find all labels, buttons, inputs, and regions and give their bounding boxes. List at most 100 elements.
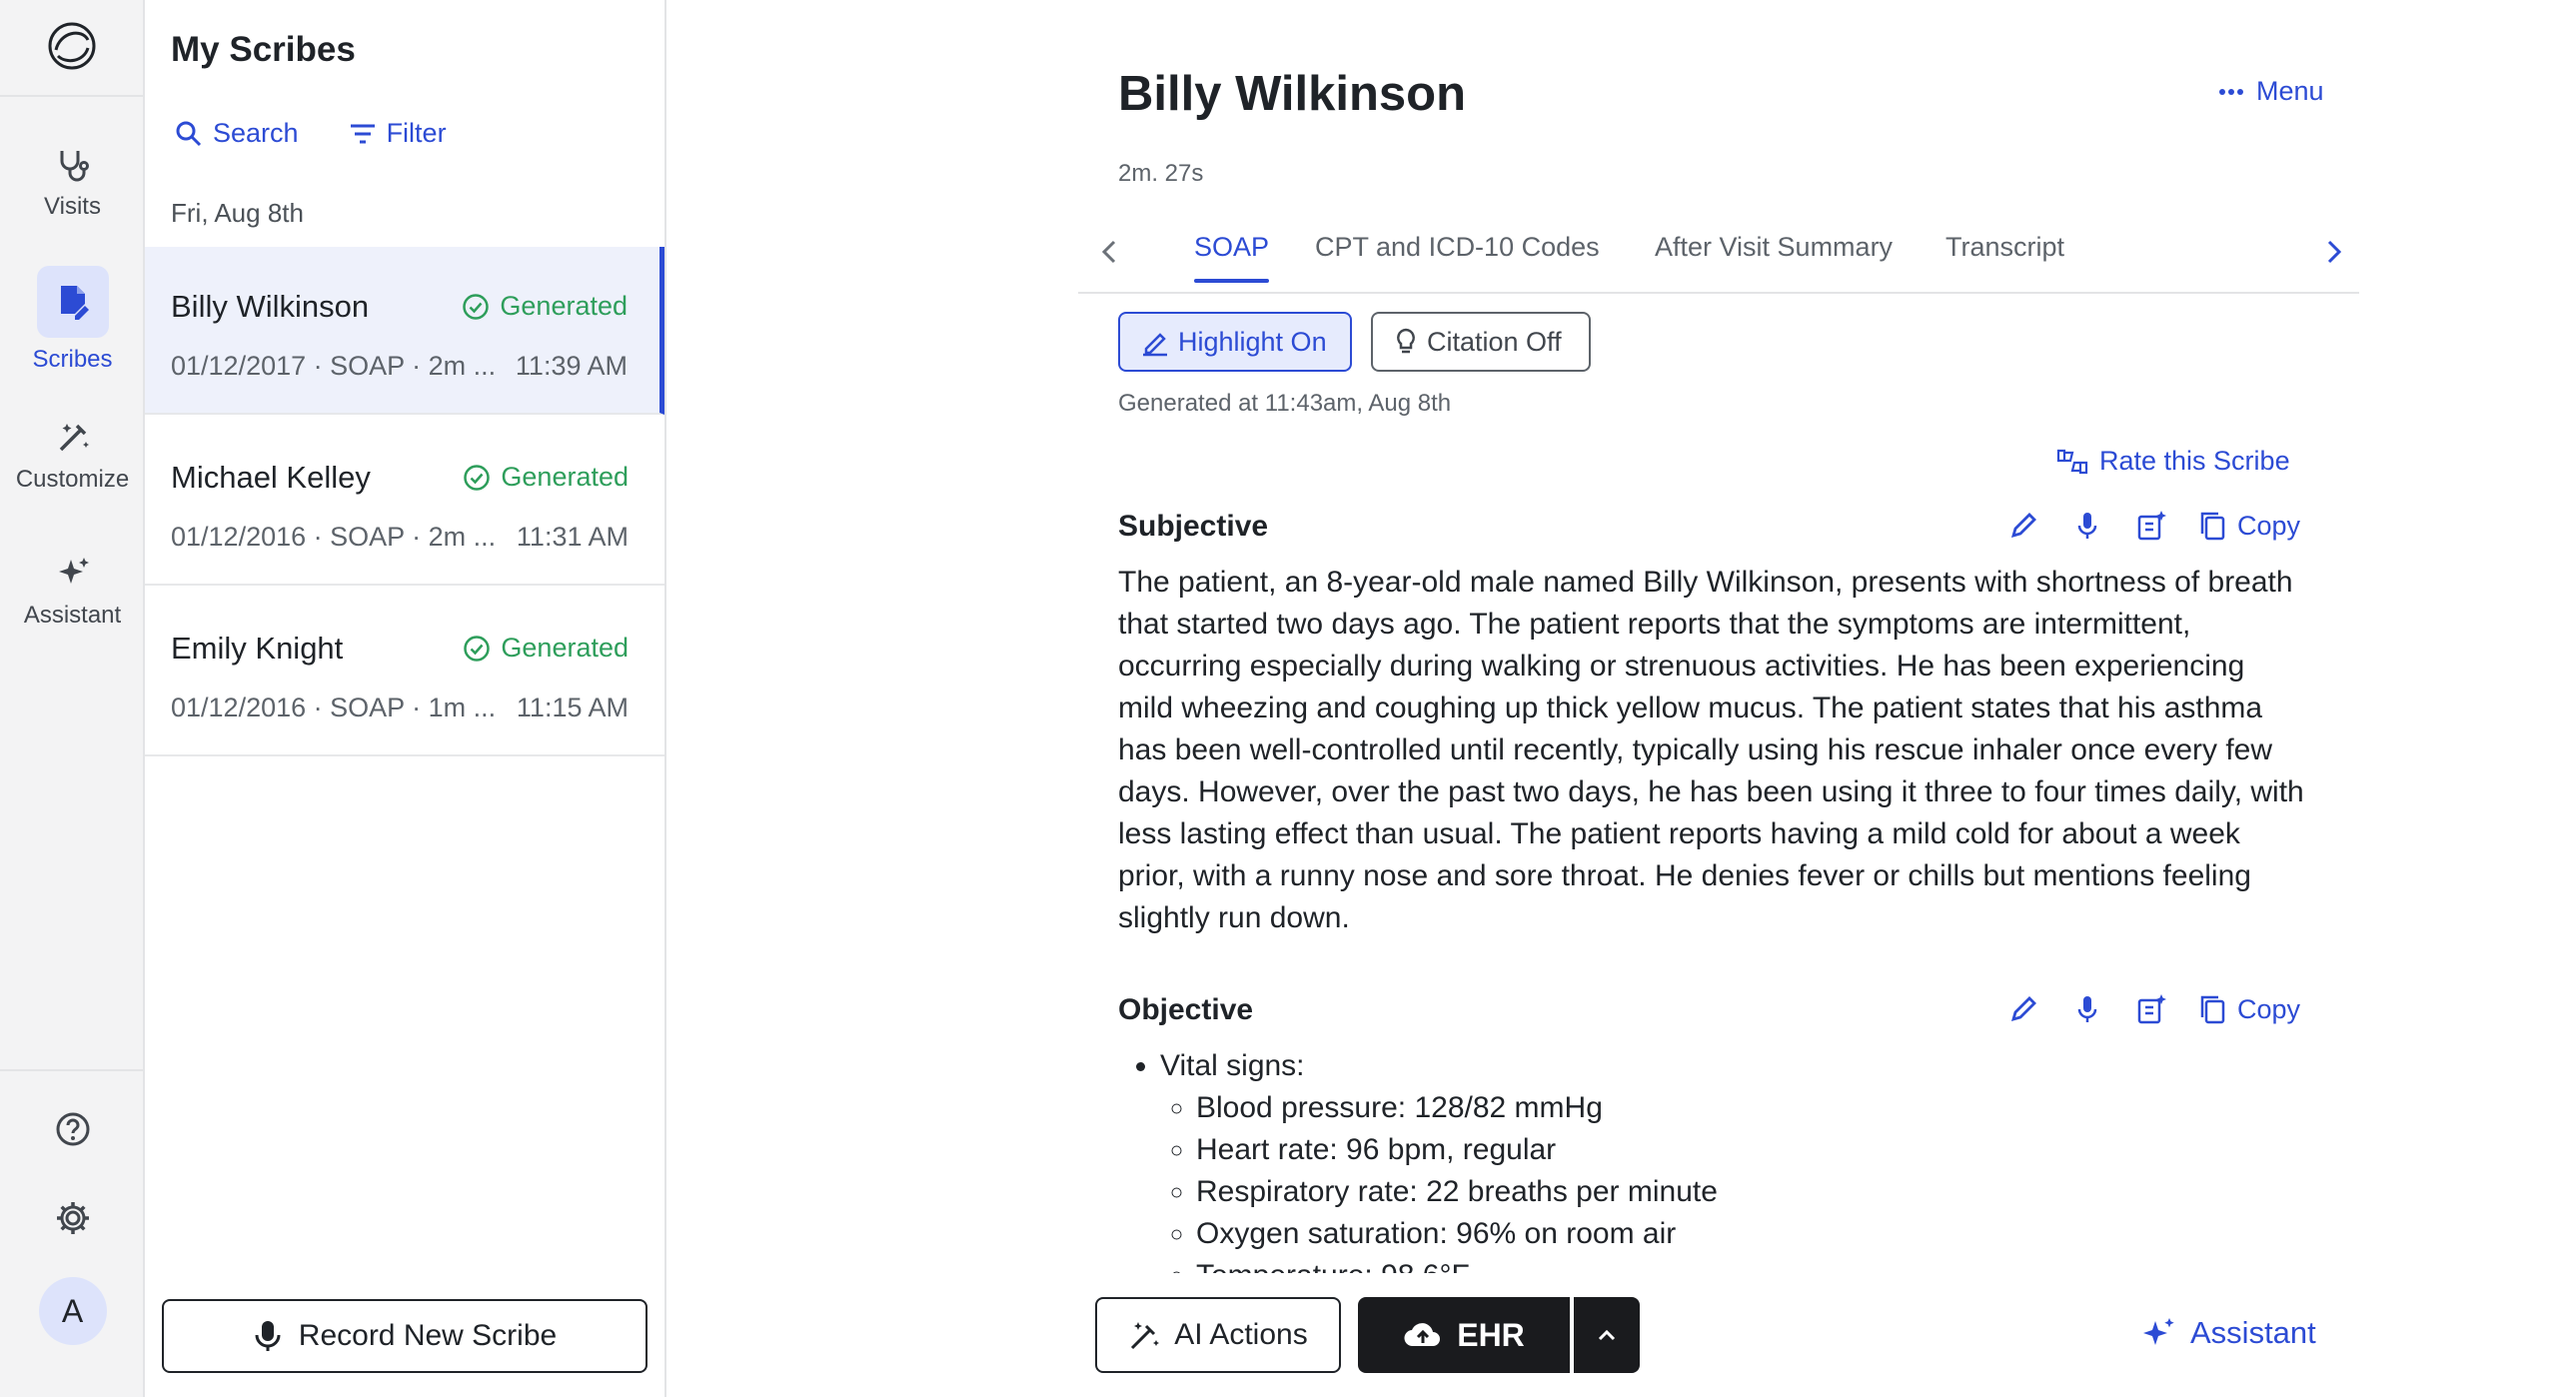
copy-icon bbox=[2200, 995, 2225, 1024]
rail-label-customize: Customize bbox=[15, 466, 130, 493]
filter-button[interactable]: Filter bbox=[349, 118, 447, 149]
scribe-time: 11:39 AM bbox=[515, 351, 628, 381]
list-item: Temperature: 98.6°F bbox=[1196, 1255, 2307, 1273]
list-item: Blood pressure: 128/82 mmHg bbox=[1196, 1087, 2307, 1129]
ai-actions-label: AI Actions bbox=[1174, 1318, 1308, 1351]
objective-heading: Objective bbox=[1118, 993, 1254, 1026]
subjective-toolbar: Copy bbox=[2005, 508, 2300, 544]
ai-regenerate-icon[interactable] bbox=[2133, 991, 2169, 1027]
thumbs-rating-icon bbox=[2056, 449, 2088, 474]
chevron-up-icon bbox=[1598, 1329, 1616, 1341]
scribe-detail: Billy Wilkinson Menu 2m. 27s SOAP CPT an… bbox=[666, 0, 2576, 1397]
tab-cpt-icd10[interactable]: CPT and ICD-10 Codes bbox=[1315, 232, 1600, 263]
rail-item-visits[interactable]: Visits bbox=[0, 145, 145, 221]
scribe-meta: 01/12/2017 · SOAP · 2m ... bbox=[171, 351, 497, 381]
rail-label-assistant: Assistant bbox=[23, 602, 122, 629]
rail-item-assistant[interactable]: Assistant bbox=[0, 554, 145, 630]
scribe-patient-name: Emily Knight bbox=[171, 631, 344, 666]
list-toolbar: Search Filter bbox=[175, 118, 447, 149]
objective-content: Vital signs: Blood pressure: 128/82 mmHg… bbox=[1118, 1045, 2307, 1273]
list-title: My Scribes bbox=[171, 30, 356, 69]
menu-label: Menu bbox=[2256, 76, 2324, 106]
app-logo-icon[interactable] bbox=[46, 20, 98, 72]
date-header: Fri, Aug 8th bbox=[171, 198, 304, 228]
visit-duration: 2m. 27s bbox=[1118, 160, 1204, 187]
microphone-icon[interactable] bbox=[2069, 508, 2105, 544]
sparkle-icon bbox=[2143, 1318, 2174, 1345]
stethoscope-icon bbox=[60, 151, 89, 182]
chevron-left-icon[interactable] bbox=[1092, 234, 1128, 270]
sparkle-icon bbox=[58, 558, 89, 584]
tab-soap[interactable]: SOAP bbox=[1194, 232, 1270, 283]
rail-item-customize[interactable]: Customize bbox=[0, 418, 145, 494]
search-button[interactable]: Search bbox=[175, 118, 299, 149]
magic-wand-icon bbox=[59, 424, 89, 452]
scribe-meta: 01/12/2016 · SOAP · 2m ... bbox=[171, 522, 497, 552]
record-label: Record New Scribe bbox=[298, 1319, 558, 1352]
ehr-label: EHR bbox=[1457, 1316, 1525, 1353]
status-label: Generated bbox=[500, 291, 628, 321]
scribe-list-item[interactable]: Michael Kelley Generated 01/12/2016 · SO… bbox=[145, 418, 664, 586]
citation-label: Citation Off bbox=[1427, 326, 1562, 357]
status-badge: Generated bbox=[463, 633, 629, 664]
ehr-options-button[interactable] bbox=[1574, 1297, 1640, 1373]
help-button[interactable] bbox=[0, 1109, 145, 1149]
scribe-list-item[interactable]: Billy Wilkinson Generated 01/12/2017 · S… bbox=[145, 247, 664, 415]
search-icon bbox=[176, 121, 202, 146]
ai-actions-button[interactable]: AI Actions bbox=[1095, 1297, 1341, 1373]
avatar: A bbox=[38, 1277, 107, 1345]
filter-icon bbox=[350, 124, 375, 143]
rail-label-visits: Visits bbox=[44, 193, 101, 220]
subjective-text: The patient, an 8-year-old male named Bi… bbox=[1118, 566, 2304, 934]
scribe-list-item[interactable]: Emily Knight Generated 01/12/2016 · SOAP… bbox=[145, 589, 664, 756]
scribe-time: 11:31 AM bbox=[516, 522, 629, 552]
chevron-right-icon[interactable] bbox=[2315, 234, 2351, 270]
left-rail: Visits Scribes Customize Assistant A bbox=[0, 0, 145, 1397]
status-label: Generated bbox=[501, 633, 629, 663]
check-circle-icon bbox=[464, 635, 491, 662]
rail-item-scribes[interactable]: Scribes bbox=[0, 266, 145, 374]
scribe-time: 11:15 AM bbox=[516, 693, 629, 722]
list-item: Heart rate: 96 bpm, regular bbox=[1196, 1129, 2307, 1171]
list-item: Oxygen saturation: 96% on room air bbox=[1196, 1213, 2307, 1255]
document-pen-icon bbox=[60, 286, 89, 320]
scribe-list-panel: My Scribes Search Filter Fri, Aug 8th Bi… bbox=[145, 0, 666, 1397]
rail-label-scribes: Scribes bbox=[32, 346, 113, 373]
ehr-button[interactable]: EHR bbox=[1358, 1297, 1570, 1373]
assistant-button[interactable]: Assistant bbox=[2140, 1315, 2316, 1351]
menu-button[interactable]: Menu bbox=[2218, 76, 2324, 107]
ai-regenerate-icon[interactable] bbox=[2133, 508, 2169, 544]
magic-wand-icon bbox=[1131, 1322, 1160, 1350]
page-title: Billy Wilkinson bbox=[1118, 67, 1467, 121]
highlighter-icon bbox=[1143, 333, 1167, 357]
highlight-label: Highlight On bbox=[1178, 326, 1327, 357]
tab-bar: SOAP CPT and ICD-10 Codes After Visit Su… bbox=[1078, 210, 2359, 294]
tab-after-visit-summary[interactable]: After Visit Summary bbox=[1655, 232, 1893, 263]
tab-transcript[interactable]: Transcript bbox=[1945, 232, 2064, 263]
more-dots-icon bbox=[2219, 88, 2243, 95]
status-badge: Generated bbox=[463, 462, 629, 493]
generated-timestamp: Generated at 11:43am, Aug 8th bbox=[1118, 390, 1452, 417]
rate-scribe-button[interactable]: Rate this Scribe bbox=[2055, 446, 2290, 477]
cloud-upload-icon bbox=[1404, 1323, 1441, 1347]
user-avatar-button[interactable]: A bbox=[0, 1277, 145, 1345]
assistant-label: Assistant bbox=[2190, 1315, 2316, 1350]
rate-label: Rate this Scribe bbox=[2099, 446, 2290, 476]
copy-icon bbox=[2200, 512, 2225, 541]
check-circle-icon bbox=[464, 464, 491, 491]
lightbulb-icon bbox=[1397, 328, 1415, 354]
copy-button[interactable]: Copy bbox=[2197, 993, 2300, 1025]
edit-pencil-icon[interactable] bbox=[2005, 991, 2041, 1027]
microphone-icon bbox=[255, 1321, 281, 1351]
citation-toggle[interactable]: Citation Off bbox=[1371, 312, 1591, 372]
edit-pencil-icon[interactable] bbox=[2005, 508, 2041, 544]
gear-icon bbox=[56, 1202, 89, 1234]
record-new-scribe-button[interactable]: Record New Scribe bbox=[162, 1299, 647, 1373]
check-circle-icon bbox=[463, 293, 490, 320]
copy-button[interactable]: Copy bbox=[2197, 510, 2300, 542]
list-item: Respiratory rate: 22 breaths per minute bbox=[1196, 1171, 2307, 1213]
highlight-toggle[interactable]: Highlight On bbox=[1118, 312, 1352, 372]
microphone-icon[interactable] bbox=[2069, 991, 2105, 1027]
scribe-meta: 01/12/2016 · SOAP · 1m ... bbox=[171, 693, 497, 722]
settings-button[interactable] bbox=[0, 1198, 145, 1238]
